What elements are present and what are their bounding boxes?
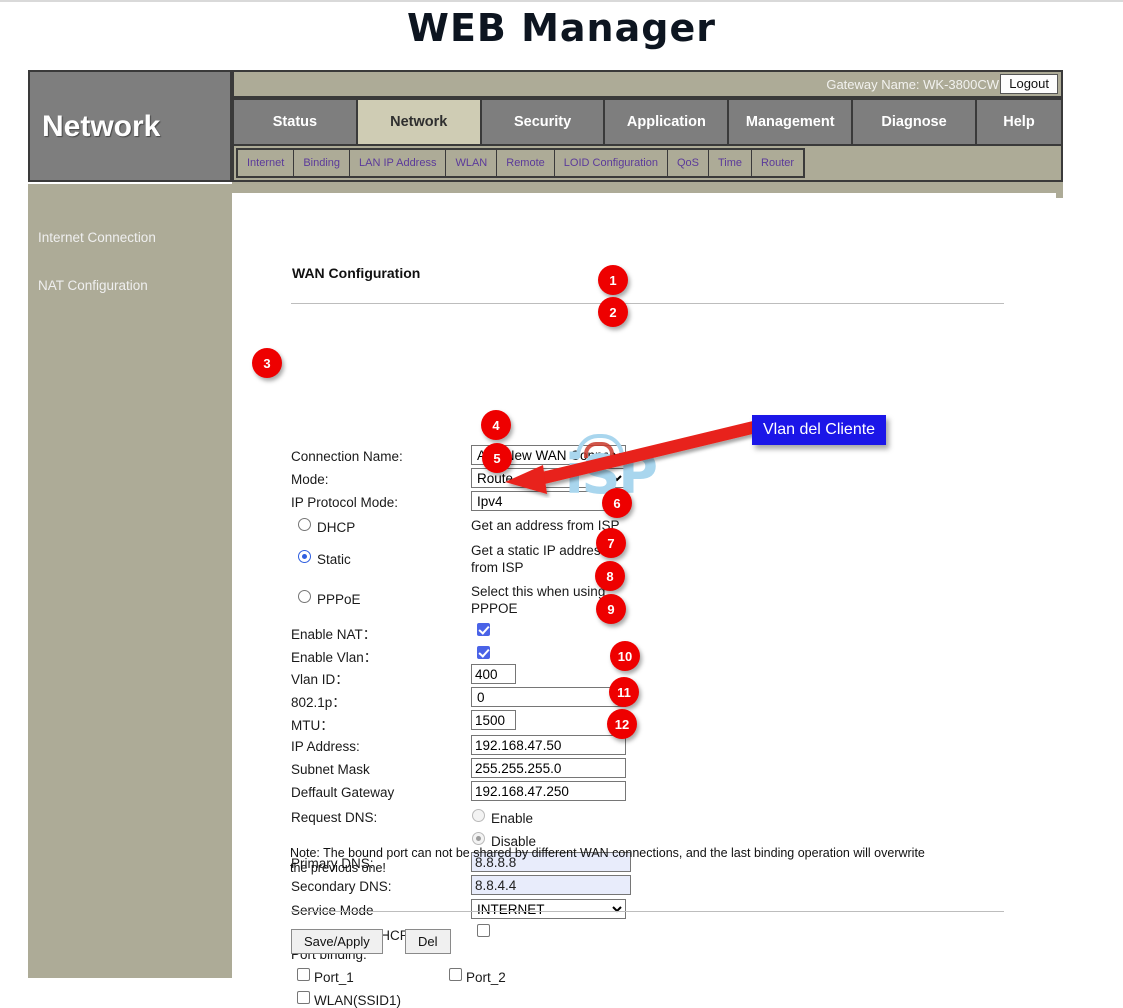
dhcp-label: DHCP xyxy=(317,520,355,535)
badge-9: 9 xyxy=(596,594,626,624)
badge-7: 7 xyxy=(596,528,626,558)
dot1p-select[interactable]: 0 xyxy=(471,687,626,707)
badge-3: 3 xyxy=(252,348,282,378)
gateway-name: Gateway Name: WK-3800CW xyxy=(826,77,999,92)
subtab-loid-configuration[interactable]: LOID Configuration xyxy=(555,150,668,176)
subtab-remote[interactable]: Remote xyxy=(497,150,555,176)
static-radio[interactable] xyxy=(298,550,311,563)
vlan-id-input[interactable] xyxy=(471,664,516,684)
sidebar-item-internet-connection[interactable]: Internet Connection xyxy=(38,230,156,245)
save-apply-button[interactable]: Save/Apply xyxy=(291,929,383,954)
badge-5: 5 xyxy=(482,443,512,473)
connection-name-label: Connection Name: xyxy=(291,449,403,464)
sub-tab-bar: Internet Binding LAN IP Address WLAN Rem… xyxy=(232,146,1063,182)
dns-enable-label: Enable xyxy=(491,811,533,826)
enable-vlan-checkbox[interactable] xyxy=(477,646,490,659)
subtab-internet[interactable]: Internet xyxy=(238,150,294,176)
badge-10: 10 xyxy=(610,641,640,671)
tab-security[interactable]: Security xyxy=(482,100,606,144)
secondary-dns-label: Secondary DNS: xyxy=(291,879,392,894)
sidebar: Internet Connection NAT Configuration xyxy=(28,184,232,978)
badge-2: 2 xyxy=(598,297,628,327)
subtab-qos[interactable]: QoS xyxy=(668,150,709,176)
port1-checkbox[interactable] xyxy=(297,968,310,981)
top-status-bar: Gateway Name: WK-3800CW Logout xyxy=(232,70,1063,98)
badge-12: 12 xyxy=(607,709,637,739)
tab-help[interactable]: Help xyxy=(977,100,1061,144)
service-mode-select[interactable]: INTERNET xyxy=(471,899,626,919)
main-tab-bar: Status Network Security Application Mana… xyxy=(232,98,1063,146)
subnet-mask-input[interactable] xyxy=(471,758,626,778)
ip-protocol-mode-label: IP Protocol Mode: xyxy=(291,495,398,510)
dns-disable-radio[interactable] xyxy=(472,832,485,845)
top-divider xyxy=(0,0,1123,2)
tab-application[interactable]: Application xyxy=(605,100,729,144)
port-binding-note: Note: The bound port can not be shared b… xyxy=(290,846,926,876)
vlan-id-label: Vlan ID： xyxy=(291,668,349,688)
ip-address-input[interactable] xyxy=(471,735,626,755)
request-dns-label: Request DNS: xyxy=(291,810,377,825)
subtab-binding[interactable]: Binding xyxy=(294,150,350,176)
pppoe-label: PPPoE xyxy=(317,592,361,607)
badge-4: 4 xyxy=(481,410,511,440)
logout-button[interactable]: Logout xyxy=(1000,74,1058,94)
wan-configuration-heading: WAN Configuration xyxy=(292,265,420,281)
subtab-router[interactable]: Router xyxy=(752,150,803,176)
brand-panel: Network xyxy=(28,70,232,182)
enable-nat-checkbox[interactable] xyxy=(477,623,490,636)
subtab-lan-ip-address[interactable]: LAN IP Address xyxy=(350,150,446,176)
mtu-input[interactable] xyxy=(471,710,516,730)
tab-status[interactable]: Status xyxy=(234,100,358,144)
subnet-mask-label: Subnet Mask xyxy=(291,762,370,777)
tab-diagnose[interactable]: Diagnose xyxy=(853,100,977,144)
badge-1: 1 xyxy=(598,265,628,295)
dot1p-label: 802.1p： xyxy=(291,691,346,711)
sub-tab-list: Internet Binding LAN IP Address WLAN Rem… xyxy=(236,148,805,178)
wlan-ssid1-checkbox[interactable] xyxy=(297,991,310,1004)
sidebar-item-nat-configuration[interactable]: NAT Configuration xyxy=(38,278,148,293)
turn-off-lan-dhcp-checkbox[interactable] xyxy=(477,924,490,937)
default-gateway-input[interactable] xyxy=(471,781,626,801)
badge-8: 8 xyxy=(595,561,625,591)
dns-enable-radio[interactable] xyxy=(472,809,485,822)
del-button[interactable]: Del xyxy=(405,929,451,954)
brand-label: Network xyxy=(42,110,160,144)
subtab-time[interactable]: Time xyxy=(709,150,752,176)
page-title: WEB Manager xyxy=(0,6,1123,50)
secondary-dns-input[interactable] xyxy=(471,875,631,895)
static-label: Static xyxy=(317,552,351,567)
divider-top xyxy=(291,303,1004,304)
mtu-label: MTU： xyxy=(291,714,334,734)
enable-nat-label: Enable NAT： xyxy=(291,623,376,643)
tab-network[interactable]: Network xyxy=(358,100,482,144)
ip-address-label: IP Address: xyxy=(291,739,360,754)
pppoe-radio[interactable] xyxy=(298,590,311,603)
divider-bottom xyxy=(291,911,1004,912)
default-gateway-label: Deffault Gateway xyxy=(291,785,394,800)
port2-checkbox[interactable] xyxy=(449,968,462,981)
vlan-callout: Vlan del Cliente xyxy=(752,415,886,445)
enable-vlan-label: Enable Vlan： xyxy=(291,646,377,666)
badge-6: 6 xyxy=(602,488,632,518)
wlan-ssid1-label: WLAN(SSID1) xyxy=(314,993,401,1008)
tab-management[interactable]: Management xyxy=(729,100,853,144)
mode-label: Mode: xyxy=(291,472,329,487)
subtab-wlan[interactable]: WLAN xyxy=(446,150,497,176)
dhcp-radio[interactable] xyxy=(298,518,311,531)
badge-11: 11 xyxy=(609,677,639,707)
